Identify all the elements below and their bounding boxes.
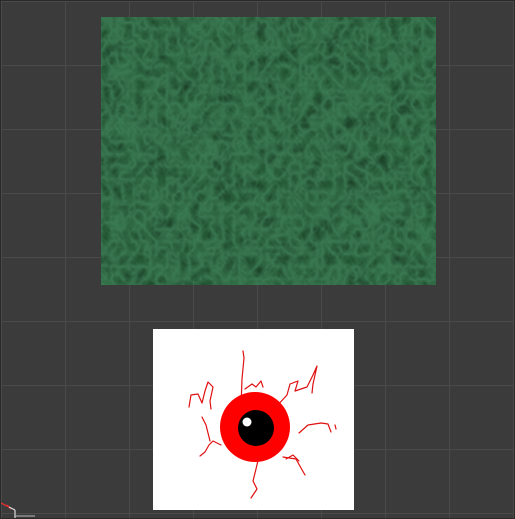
bloodshot-eyeball-image[interactable] bbox=[153, 329, 354, 510]
image-canvas-view[interactable] bbox=[0, 0, 515, 519]
pupil bbox=[238, 410, 274, 446]
eyeball-graphic bbox=[188, 350, 337, 499]
green-noise-texture-graphic bbox=[101, 17, 436, 285]
pupil-highlight bbox=[242, 417, 252, 427]
origin-axis-icon bbox=[1, 495, 37, 518]
green-noise-texture-image[interactable] bbox=[101, 17, 436, 285]
